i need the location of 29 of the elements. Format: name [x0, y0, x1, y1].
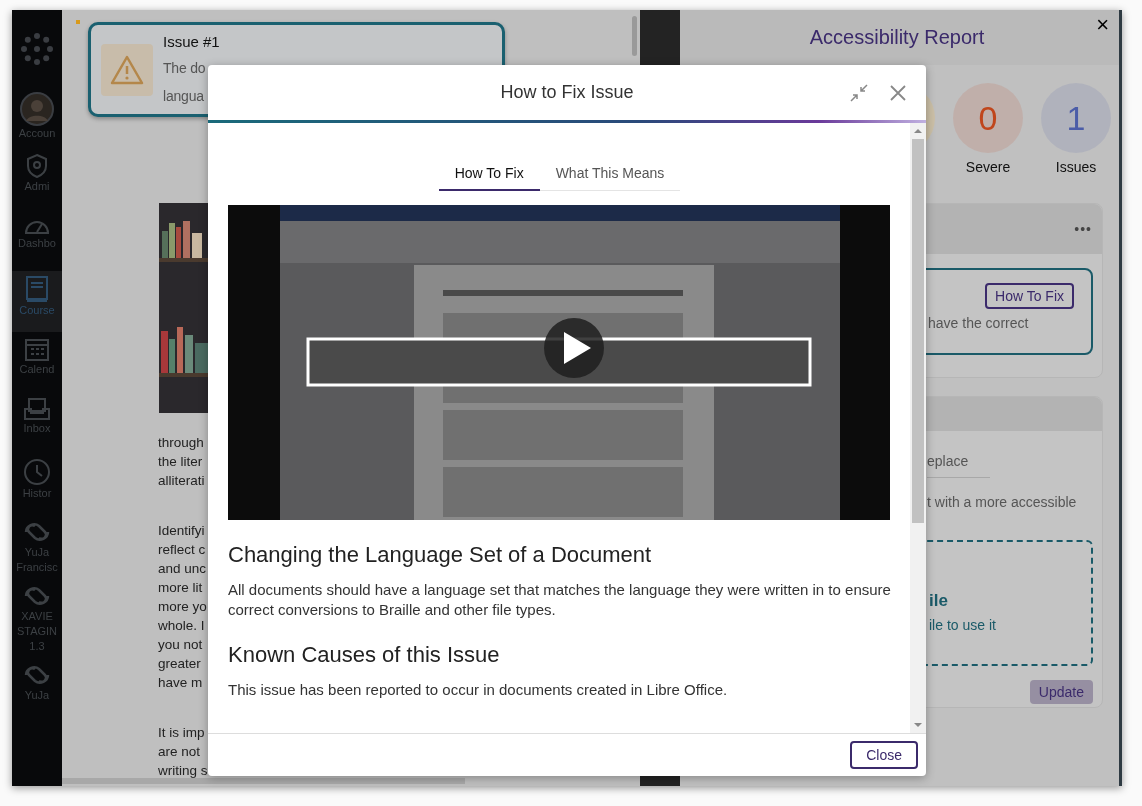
body-paragraph: Identifyi reflect c and unc more lit more yo whole. I you not greater have m [158, 522, 207, 692]
nav-label: XAVIE [21, 609, 53, 624]
section-heading: Known Causes of this Issue [228, 642, 501, 668]
fix-description: t with a more accessible [926, 494, 1077, 510]
nav-label: Accoun [18, 126, 56, 141]
drop-title: ile [929, 591, 949, 611]
body-paragraph: It is imp are not writing s [158, 724, 208, 780]
section-text: All documents should have a language set that matches the language they were written in to ensure correct conversions to Braille and other file types. [228, 580, 891, 620]
nav-label: Histor [22, 486, 52, 501]
issue-description: langua [163, 86, 204, 106]
issue-title: Issue #1 [163, 31, 220, 52]
stat-count: 1 [1066, 98, 1086, 138]
nav-label: Calend [19, 362, 55, 377]
nav-label: STAGIN [16, 624, 58, 639]
panel-title: Accessibility Report [809, 26, 985, 49]
stat-label: Severe [965, 159, 1011, 175]
section-heading: Changing the Language Set of a Document [228, 542, 653, 568]
drop-hint: ile to use it [929, 617, 997, 633]
nav-label: Admi [24, 179, 50, 194]
body-paragraph: through the liter alliterati [158, 434, 205, 490]
nav-label: Course [19, 303, 55, 318]
stat-count: 0 [978, 98, 998, 138]
section-text: This issue has been reported to occur in documents created in Libre Office. [228, 680, 729, 700]
nav-label: 1.3 [29, 639, 45, 654]
issue-description: The do [163, 58, 206, 78]
nav-label: Francisc [16, 560, 58, 575]
issue-description: have the correct [927, 315, 1029, 331]
dialog-title: How to Fix Issue [500, 82, 634, 103]
stat-label: Issues [1055, 159, 1097, 175]
